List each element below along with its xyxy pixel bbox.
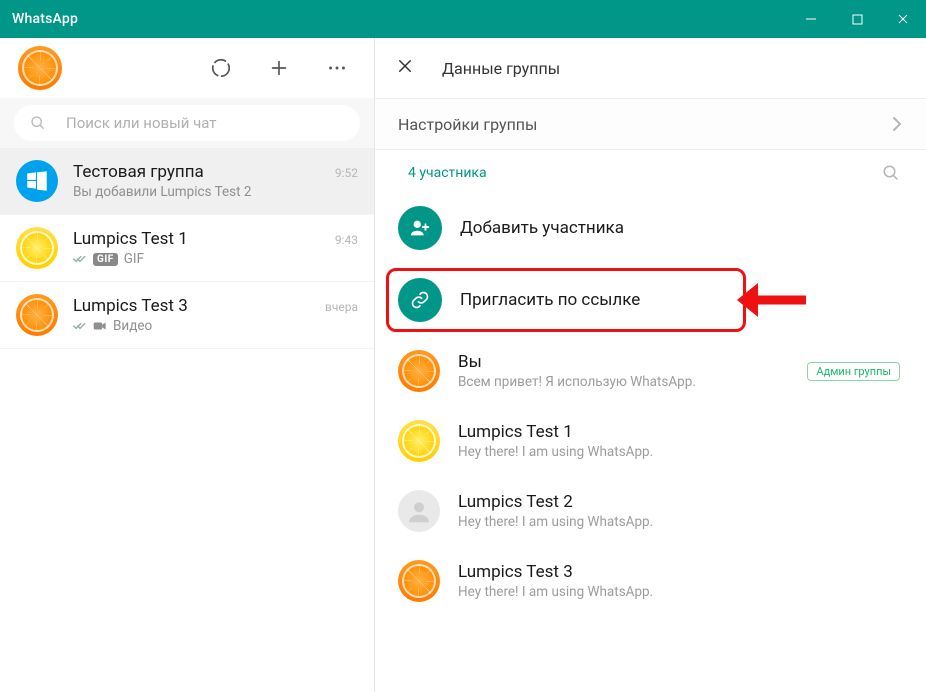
annotation-arrow [736, 279, 806, 321]
chat-item[interactable]: Lumpics Test 3 вчера Видео [0, 282, 374, 349]
invite-link-icon-circle [398, 278, 442, 322]
gif-badge: GIF [93, 253, 118, 266]
chat-avatar [16, 160, 58, 202]
participants-count-row: 4 участника [374, 150, 926, 192]
member-row[interactable]: Lumpics Test 2 Hey there! I am using Wha… [374, 476, 926, 546]
close-window-button[interactable] [880, 0, 926, 38]
member-row[interactable]: Lumpics Test 3 Hey there! I am using Wha… [374, 546, 926, 616]
chevron-right-icon [892, 116, 902, 132]
group-settings-label: Настройки группы [398, 115, 537, 134]
group-info-panel: Данные группы Настройки группы 4 участни… [374, 38, 926, 692]
chat-item[interactable]: Lumpics Test 1 9:43 GIF GIF [0, 215, 374, 282]
search-icon[interactable] [882, 164, 900, 182]
search-input[interactable] [66, 114, 344, 132]
member-avatar [398, 350, 440, 392]
chat-subtitle: Видео [73, 318, 358, 334]
arrow-left-icon [736, 279, 806, 321]
member-name: Lumpics Test 3 [458, 562, 900, 582]
plus-icon [268, 57, 290, 79]
member-status: Hey there! I am using WhatsApp. [458, 444, 900, 460]
new-chat-button[interactable] [260, 57, 298, 79]
status-ring-icon [210, 57, 232, 79]
add-member-label: Добавить участника [460, 218, 900, 238]
menu-button[interactable] [318, 57, 356, 79]
member-status: Hey there! I am using WhatsApp. [458, 514, 900, 530]
maximize-icon [852, 14, 863, 25]
group-settings-row[interactable]: Настройки группы [374, 98, 926, 150]
invite-link-row[interactable]: Пригласить по ссылке [374, 264, 926, 336]
chat-list[interactable]: Тестовая группа 9:52 Вы добавили Lumpics… [0, 148, 374, 692]
delivered-check-icon [73, 254, 87, 264]
member-status: Всем привет! Я использую WhatsApp. [458, 374, 789, 390]
minimize-button[interactable] [788, 0, 834, 38]
member-avatar [398, 490, 440, 532]
panel-header: Данные группы [374, 38, 926, 98]
member-row[interactable]: Lumpics Test 1 Hey there! I am using Wha… [374, 406, 926, 476]
person-icon [404, 496, 434, 526]
link-icon [410, 290, 430, 310]
windows-logo-icon [24, 168, 50, 194]
search-row [0, 98, 374, 148]
maximize-button[interactable] [834, 0, 880, 38]
chat-subtitle: Вы добавили Lumpics Test 2 [73, 184, 358, 200]
left-header [0, 38, 374, 98]
member-name: Lumpics Test 2 [458, 492, 900, 512]
window-controls [788, 0, 926, 38]
minimize-icon [805, 13, 817, 25]
chat-avatar [16, 294, 58, 336]
search-icon [30, 115, 46, 131]
chat-name: Lumpics Test 1 [73, 229, 188, 249]
chat-time: вчера [325, 300, 358, 314]
titlebar: WhatsApp [0, 0, 926, 38]
participants-count: 4 участника [408, 165, 487, 181]
invite-link-label: Пригласить по ссылке [460, 290, 900, 310]
member-status: Hey there! I am using WhatsApp. [458, 584, 900, 600]
member-name: Lumpics Test 1 [458, 422, 900, 442]
add-member-row[interactable]: Добавить участника [374, 192, 926, 264]
pane-divider [374, 38, 375, 692]
window-title: WhatsApp [12, 11, 78, 27]
my-avatar[interactable] [18, 46, 62, 90]
app-window: WhatsApp [0, 0, 926, 692]
person-add-icon [409, 217, 431, 239]
delivered-check-icon [73, 321, 87, 331]
chat-avatar [16, 227, 58, 269]
add-member-icon-circle [398, 206, 442, 250]
member-name: Вы [458, 352, 789, 372]
member-avatar [398, 420, 440, 462]
chat-name: Тестовая группа [73, 162, 204, 182]
panel-title: Данные группы [442, 59, 560, 78]
chat-subtitle: GIF GIF [73, 251, 358, 267]
close-icon [897, 13, 909, 25]
video-icon [93, 321, 107, 331]
close-icon [396, 57, 414, 75]
admin-badge: Админ группы [807, 362, 900, 381]
chat-item[interactable]: Тестовая группа 9:52 Вы добавили Lumpics… [0, 148, 374, 215]
dots-icon [326, 57, 348, 79]
member-avatar [398, 560, 440, 602]
search-box[interactable] [14, 105, 360, 141]
status-button[interactable] [202, 57, 240, 79]
chat-time: 9:43 [335, 233, 358, 247]
member-row[interactable]: Вы Всем привет! Я использую WhatsApp. Ад… [374, 336, 926, 406]
chat-time: 9:52 [335, 166, 358, 180]
chat-name: Lumpics Test 3 [73, 296, 188, 316]
left-pane: Тестовая группа 9:52 Вы добавили Lumpics… [0, 38, 374, 692]
close-panel-button[interactable] [396, 57, 414, 79]
content-area: Тестовая группа 9:52 Вы добавили Lumpics… [0, 38, 926, 692]
